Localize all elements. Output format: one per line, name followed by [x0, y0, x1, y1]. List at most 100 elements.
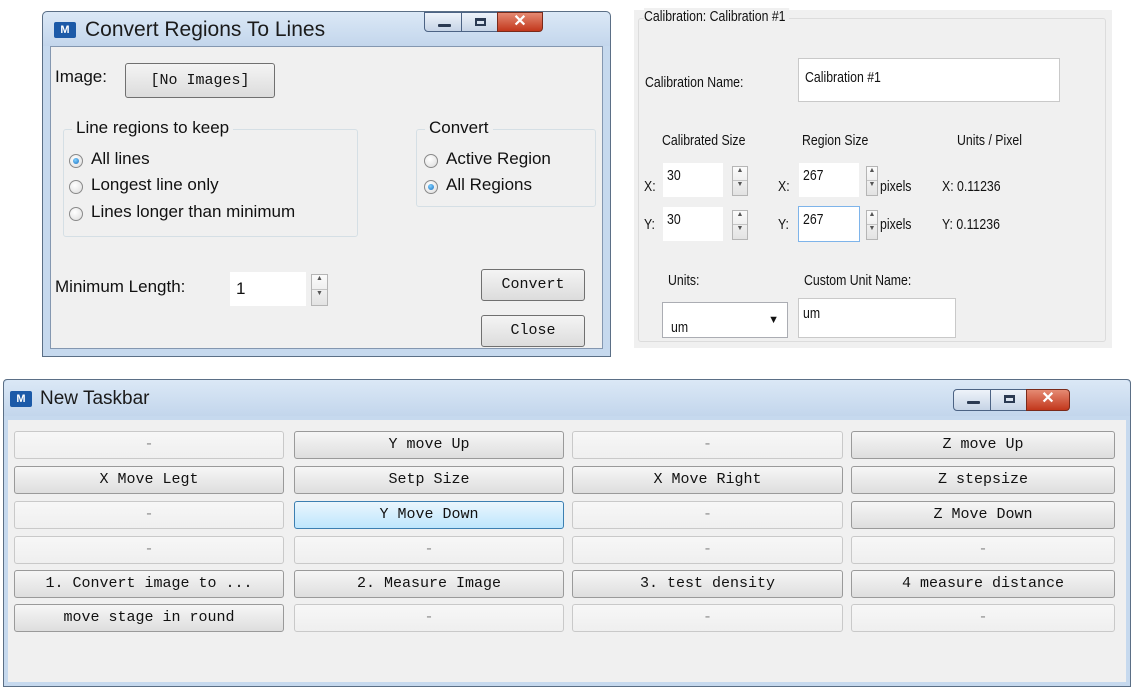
min-length-label: Minimum Length: — [55, 277, 186, 296]
calibration-name-value: Calibration #1 — [805, 69, 881, 86]
min-length-input[interactable]: 1 — [229, 271, 307, 307]
radio-active-region-label[interactable]: Active Region — [446, 149, 551, 169]
taskbar-button-r5-c4[interactable]: 4 measure distance — [851, 570, 1115, 598]
taskbar-button-r5-c3[interactable]: 3. test density — [572, 570, 843, 598]
taskbar-button-r2-c4[interactable]: Z stepsize — [851, 466, 1115, 494]
taskbar-maximize-button[interactable] — [990, 389, 1027, 411]
taskbar-button-r1-c2[interactable]: Y move Up — [294, 431, 564, 459]
x-calibrated-label: X: — [644, 178, 656, 195]
close-window-button[interactable]: ✕ — [497, 12, 543, 32]
calibration-panel: Calibration: Calibration #1 Calibration … — [634, 8, 1112, 348]
convert-group-title: Convert — [425, 118, 493, 138]
min-length-stepper[interactable] — [311, 274, 328, 306]
taskbar-button-r4-c1[interactable]: - — [14, 536, 284, 564]
close-icon: ✕ — [513, 13, 527, 30]
radio-lines-longer[interactable] — [69, 207, 83, 221]
units-dropdown[interactable]: um ▼ — [662, 302, 788, 338]
minimize-icon — [967, 401, 980, 404]
y-calibrated-input[interactable]: 30 — [662, 206, 724, 242]
taskbar-button-r3-c4[interactable]: Z Move Down — [851, 501, 1115, 529]
x-calibrated-value: 30 — [667, 167, 681, 184]
radio-longest-line[interactable] — [69, 180, 83, 194]
taskbar-close-button[interactable]: ✕ — [1026, 389, 1070, 411]
maximize-icon — [1004, 395, 1015, 403]
custom-unit-value: um — [803, 305, 821, 322]
convert-button[interactable]: Convert — [481, 269, 585, 301]
taskbar-button-r4-c2[interactable]: - — [294, 536, 564, 564]
y-calibrated-value: 30 — [667, 211, 681, 228]
y-region-input[interactable]: 267 — [798, 206, 860, 242]
radio-all-regions[interactable] — [424, 180, 438, 194]
radio-all-lines-label[interactable]: All lines — [91, 149, 150, 169]
chevron-down-icon: ▼ — [768, 314, 779, 326]
taskbar-button-r2-c2[interactable]: Setp Size — [294, 466, 564, 494]
title-bar[interactable]: M Convert Regions To Lines ✕ — [43, 12, 610, 46]
taskbar-button-r2-c1[interactable]: X Move Legt — [14, 466, 284, 494]
radio-active-region[interactable] — [424, 154, 438, 168]
radio-all-regions-label[interactable]: All Regions — [446, 175, 532, 195]
taskbar-button-r3-c3[interactable]: - — [572, 501, 843, 529]
line-regions-group-title: Line regions to keep — [72, 118, 234, 138]
taskbar-minimize-button[interactable] — [953, 389, 991, 411]
x-calibrated-input[interactable]: 30 — [662, 162, 724, 198]
y-calibrated-label: Y: — [644, 216, 655, 233]
convert-window-client: Image: [No Images] Line regions to keep … — [50, 46, 603, 349]
close-icon: ✕ — [1041, 390, 1055, 407]
taskbar-app-icon: M — [10, 391, 32, 407]
maximize-button[interactable] — [461, 12, 498, 32]
x-region-label: X: — [778, 178, 790, 195]
taskbar-button-r3-c1[interactable]: - — [14, 501, 284, 529]
calibration-group-title: Calibration: Calibration #1 — [644, 8, 789, 25]
taskbar-title: New Taskbar — [40, 388, 150, 409]
y-calibrated-stepper[interactable] — [732, 210, 748, 240]
taskbar-button-r6-c2[interactable]: - — [294, 604, 564, 632]
calibrated-size-header: Calibrated Size — [662, 132, 746, 149]
taskbar-title-bar[interactable]: M New Taskbar ✕ — [4, 380, 1130, 416]
radio-lines-longer-label[interactable]: Lines longer than minimum — [91, 202, 295, 222]
y-region-label: Y: — [778, 216, 789, 233]
y-region-value: 267 — [803, 211, 824, 228]
x-region-input[interactable]: 267 — [798, 162, 860, 198]
units-per-pixel-header: Units / Pixel — [957, 132, 1022, 149]
taskbar-grid: -Y move Up - Z move Up X Move Legt Setp Size… — [8, 420, 1126, 682]
convert-regions-window: M Convert Regions To Lines ✕ Image: [No … — [42, 11, 611, 357]
taskbar-button-r3-c2[interactable]: Y Move Down — [294, 501, 564, 529]
y-units-per-pixel: Y: 0.11236 — [942, 216, 1000, 233]
app-icon: M — [54, 22, 76, 38]
units-label: Units: — [668, 272, 700, 289]
custom-unit-input[interactable]: um — [798, 298, 956, 338]
x-units-per-pixel: X: 0.11236 — [942, 178, 1001, 195]
taskbar-button-r2-c3[interactable]: X Move Right — [572, 466, 843, 494]
window-title: Convert Regions To Lines — [85, 18, 326, 41]
taskbar-button-r4-c4[interactable]: - — [851, 536, 1115, 564]
close-button[interactable]: Close — [481, 315, 585, 347]
taskbar-button-r1-c4[interactable]: Z move Up — [851, 431, 1115, 459]
radio-longest-line-label[interactable]: Longest line only — [91, 175, 219, 195]
calibration-name-label: Calibration Name: — [645, 74, 744, 91]
custom-unit-label: Custom Unit Name: — [804, 272, 912, 289]
region-size-header: Region Size — [802, 132, 869, 149]
units-dropdown-value: um — [671, 319, 689, 336]
image-label: Image: — [55, 67, 107, 86]
taskbar-button-r6-c4[interactable]: - — [851, 604, 1115, 632]
x-region-stepper[interactable] — [866, 166, 878, 196]
x-pixels-label: pixels — [880, 178, 912, 195]
taskbar-button-r1-c1[interactable]: - — [14, 431, 284, 459]
taskbar-button-r4-c3[interactable]: - — [572, 536, 843, 564]
taskbar-button-r5-c2[interactable]: 2. Measure Image — [294, 570, 564, 598]
radio-all-lines[interactable] — [69, 154, 83, 168]
taskbar-button-r1-c3[interactable]: - — [572, 431, 843, 459]
x-calibrated-stepper[interactable] — [732, 166, 748, 196]
minimize-button[interactable] — [424, 12, 462, 32]
taskbar-button-r6-c3[interactable]: - — [572, 604, 843, 632]
y-pixels-label: pixels — [880, 216, 912, 233]
calibration-name-input[interactable]: Calibration #1 — [798, 58, 1060, 102]
taskbar-button-r5-c1[interactable]: 1. Convert image to ... — [14, 570, 284, 598]
taskbar-window: M New Taskbar ✕ -Y move Up - Z move Up X Mo… — [3, 379, 1131, 687]
taskbar-button-r6-c1[interactable]: move stage in round — [14, 604, 284, 632]
x-region-value: 267 — [803, 167, 824, 184]
minimize-icon — [438, 24, 451, 27]
image-select-button[interactable]: [No Images] — [125, 63, 275, 98]
maximize-icon — [475, 18, 486, 26]
y-region-stepper[interactable] — [866, 210, 878, 240]
